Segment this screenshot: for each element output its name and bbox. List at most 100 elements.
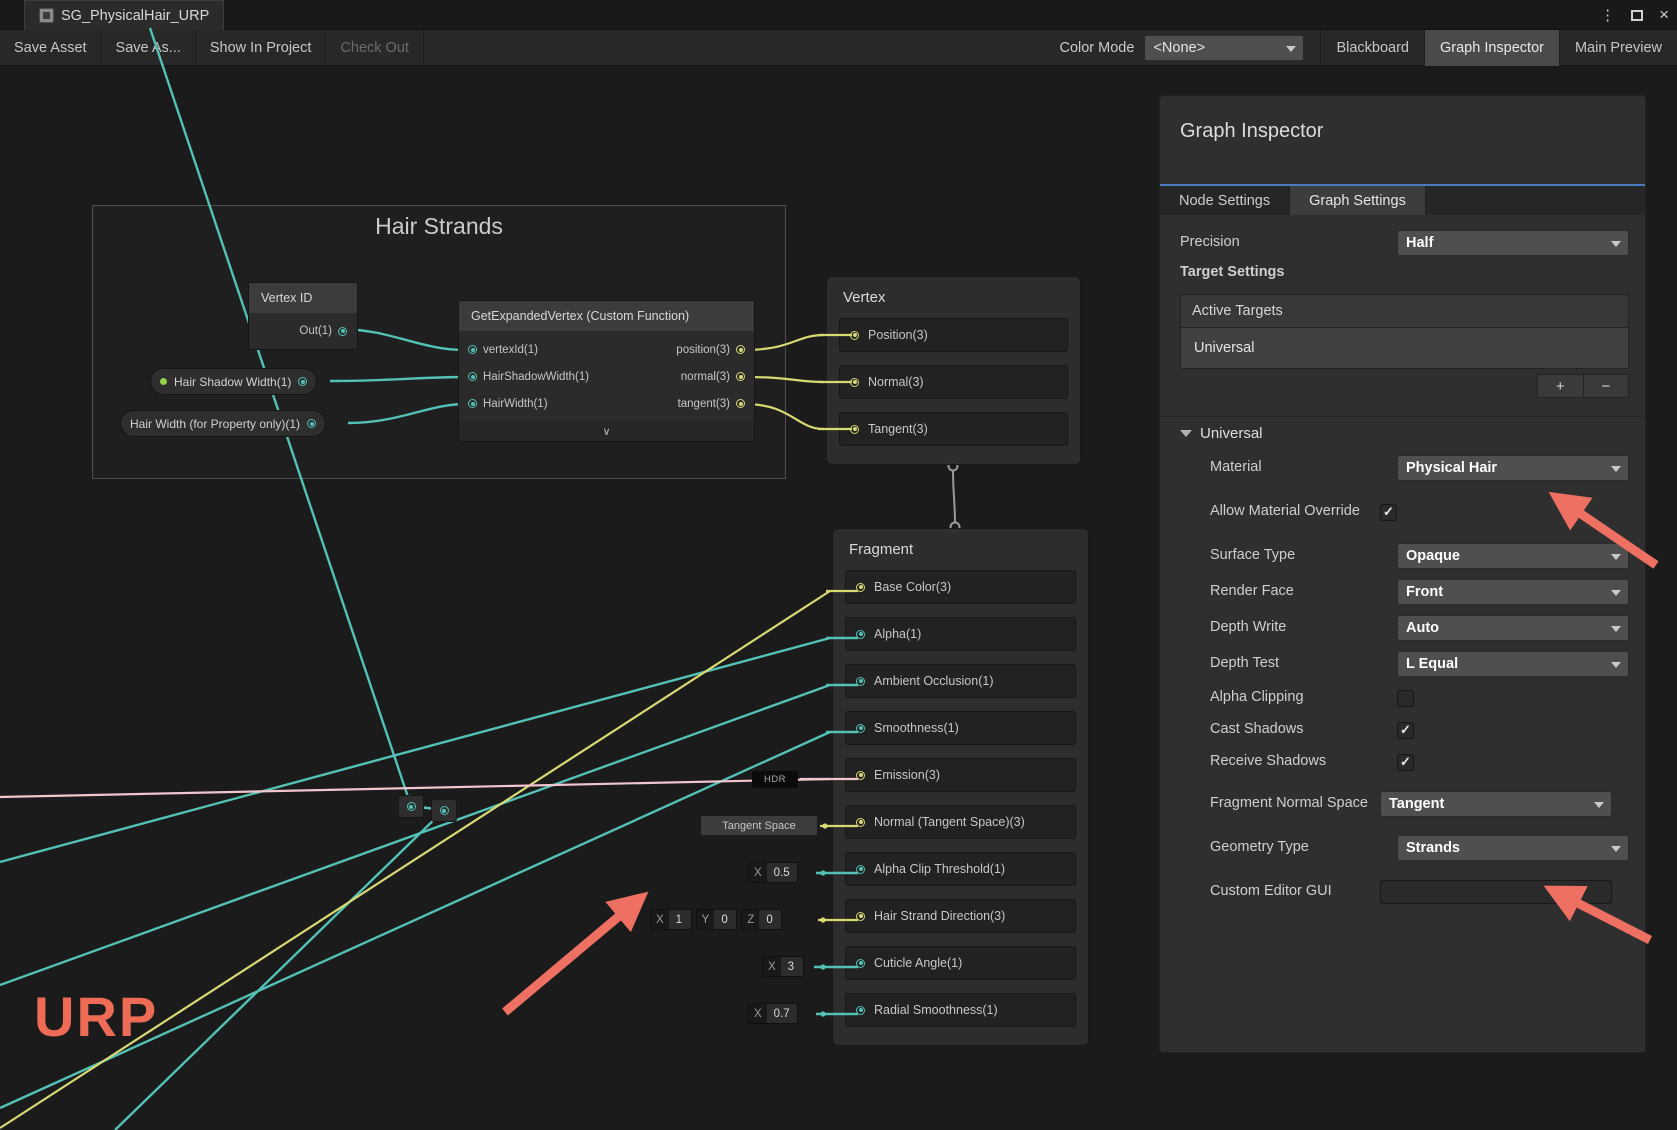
output-port-icon[interactable] bbox=[736, 345, 745, 354]
surface-type-value: Opaque bbox=[1406, 548, 1460, 564]
block-row-cuticle-angle[interactable]: Cuticle Angle(1) bbox=[845, 946, 1076, 980]
tangent-space-default-pill[interactable]: Tangent Space bbox=[700, 815, 818, 836]
input-port-icon[interactable] bbox=[856, 912, 865, 921]
connector-dot-icon bbox=[820, 964, 825, 969]
depth-write-dropdown[interactable]: Auto bbox=[1397, 615, 1629, 641]
input-port-icon[interactable] bbox=[850, 378, 859, 387]
axis-value[interactable]: 0.5 bbox=[767, 863, 797, 882]
collapsed-node[interactable] bbox=[398, 795, 424, 818]
save-asset-button[interactable]: Save Asset bbox=[0, 30, 102, 66]
show-in-project-button[interactable]: Show In Project bbox=[196, 30, 327, 66]
active-target-item-universal[interactable]: Universal bbox=[1181, 328, 1628, 368]
input-port-icon[interactable] bbox=[468, 372, 477, 381]
input-port-icon[interactable] bbox=[856, 630, 865, 639]
material-dropdown[interactable]: Physical Hair bbox=[1397, 455, 1629, 481]
collapsed-node[interactable] bbox=[431, 799, 457, 822]
axis-value[interactable]: 3 bbox=[781, 957, 803, 976]
precision-dropdown[interactable]: Half bbox=[1397, 230, 1629, 256]
block-row-position[interactable]: Position(3) bbox=[839, 318, 1068, 352]
add-target-button[interactable]: + bbox=[1538, 375, 1584, 397]
output-slot-label: position(3) bbox=[676, 344, 730, 356]
output-port-icon[interactable] bbox=[307, 419, 316, 428]
geometry-type-dropdown[interactable]: Strands bbox=[1397, 835, 1629, 861]
input-port-icon[interactable] bbox=[856, 583, 865, 592]
output-port-icon[interactable] bbox=[736, 372, 745, 381]
axis-value[interactable]: 1 bbox=[669, 910, 691, 929]
input-port-icon[interactable] bbox=[856, 818, 865, 827]
vertex-context-block[interactable]: Vertex Position(3) Normal(3) Tangent(3) bbox=[826, 276, 1081, 465]
fragment-normal-space-dropdown[interactable]: Tangent bbox=[1380, 791, 1612, 817]
depth-test-dropdown[interactable]: L Equal bbox=[1397, 651, 1629, 677]
property-node-hair-width[interactable]: Hair Width (for Property only)(1) bbox=[120, 410, 326, 437]
wire-edge[interactable] bbox=[953, 469, 955, 524]
window-tab-strip: SG_PhysicalHair_URP ⋮ × bbox=[0, 0, 1677, 30]
input-port-icon[interactable] bbox=[468, 399, 477, 408]
block-row-smoothness[interactable]: Smoothness(1) bbox=[845, 711, 1076, 745]
kebab-menu-icon[interactable]: ⋮ bbox=[1600, 6, 1615, 24]
graph-inspector-toggle[interactable]: Graph Inspector bbox=[1424, 30, 1559, 66]
block-row-ambient-occlusion[interactable]: Ambient Occlusion(1) bbox=[845, 664, 1076, 698]
fragment-context-block[interactable]: Fragment Base Color(3) Alpha(1) Ambient … bbox=[832, 528, 1089, 1046]
output-port-icon[interactable] bbox=[298, 377, 307, 386]
input-port-icon[interactable] bbox=[856, 959, 865, 968]
connector-dot-icon bbox=[822, 823, 827, 828]
alpha-clipping-checkbox[interactable] bbox=[1397, 690, 1414, 707]
axis-value[interactable]: 0.7 bbox=[767, 1004, 797, 1023]
cast-shadows-checkbox[interactable]: ✓ bbox=[1397, 722, 1414, 739]
axis-value[interactable]: 0 bbox=[714, 910, 736, 929]
property-node-hair-shadow-width[interactable]: Hair Shadow Width(1) bbox=[150, 368, 317, 395]
block-row-normal[interactable]: Normal(3) bbox=[839, 365, 1068, 399]
port-icon[interactable] bbox=[440, 806, 449, 815]
document-tab[interactable]: SG_PhysicalHair_URP bbox=[24, 0, 224, 30]
save-as-button[interactable]: Save As... bbox=[102, 30, 196, 66]
block-row-tangent[interactable]: Tangent(3) bbox=[839, 412, 1068, 446]
tab-graph-settings[interactable]: Graph Settings bbox=[1290, 186, 1426, 215]
vector-field[interactable]: X 0.7 bbox=[748, 1003, 798, 1024]
block-row-alpha[interactable]: Alpha(1) bbox=[845, 617, 1076, 651]
node-get-expanded-vertex[interactable]: GetExpandedVertex (Custom Function) vert… bbox=[458, 300, 755, 442]
output-port-icon[interactable] bbox=[338, 327, 347, 336]
vector-field[interactable]: X 0.5 bbox=[748, 862, 798, 883]
port-icon[interactable] bbox=[407, 802, 416, 811]
vector-field[interactable]: X 1 bbox=[650, 909, 692, 930]
main-preview-toggle[interactable]: Main Preview bbox=[1559, 30, 1677, 66]
group-title: Hair Strands bbox=[93, 213, 785, 240]
vector-field[interactable]: Z 0 bbox=[741, 909, 782, 930]
vector-field[interactable]: X 3 bbox=[762, 956, 804, 977]
surface-type-dropdown[interactable]: Opaque bbox=[1397, 543, 1629, 569]
axis-value[interactable]: 0 bbox=[759, 910, 781, 929]
color-mode-dropdown[interactable]: <None> bbox=[1144, 35, 1304, 61]
block-row-emission[interactable]: Emission(3) bbox=[845, 758, 1076, 792]
input-port-icon[interactable] bbox=[468, 345, 477, 354]
remove-target-button[interactable]: − bbox=[1584, 375, 1629, 397]
universal-foldout[interactable]: Universal bbox=[1160, 416, 1645, 450]
block-row-label: Alpha Clip Threshold(1) bbox=[874, 862, 1005, 876]
vector-field[interactable]: Y 0 bbox=[696, 909, 738, 930]
node-vertex-id[interactable]: Vertex ID Out(1) bbox=[248, 282, 358, 350]
close-icon[interactable]: × bbox=[1659, 5, 1669, 25]
input-port-icon[interactable] bbox=[850, 425, 859, 434]
input-port-icon[interactable] bbox=[856, 771, 865, 780]
input-port-icon[interactable] bbox=[850, 331, 859, 340]
input-port-icon[interactable] bbox=[856, 724, 865, 733]
blackboard-toggle[interactable]: Blackboard bbox=[1320, 30, 1424, 66]
block-row-hair-strand-direction[interactable]: Hair Strand Direction(3) bbox=[845, 899, 1076, 933]
input-port-icon[interactable] bbox=[856, 1006, 865, 1015]
receive-shadows-checkbox[interactable]: ✓ bbox=[1397, 754, 1414, 771]
input-port-icon[interactable] bbox=[856, 865, 865, 874]
input-port-icon[interactable] bbox=[856, 677, 865, 686]
block-row-radial-smoothness[interactable]: Radial Smoothness(1) bbox=[845, 993, 1076, 1027]
output-port-icon[interactable] bbox=[736, 399, 745, 408]
collapse-chevron-icon[interactable]: ∨ bbox=[459, 421, 754, 441]
render-face-dropdown[interactable]: Front bbox=[1397, 579, 1629, 605]
maximize-icon[interactable] bbox=[1631, 10, 1643, 21]
block-row-alpha-clip-threshold[interactable]: Alpha Clip Threshold(1) bbox=[845, 852, 1076, 886]
tab-node-settings[interactable]: Node Settings bbox=[1160, 186, 1290, 215]
block-row-label: Ambient Occlusion(1) bbox=[874, 674, 994, 688]
node-title: Vertex ID bbox=[249, 283, 357, 313]
allow-material-override-checkbox[interactable]: ✓ bbox=[1380, 504, 1397, 521]
block-row-normal-tangent-space[interactable]: Normal (Tangent Space)(3) bbox=[845, 805, 1076, 839]
block-row-base-color[interactable]: Base Color(3) bbox=[845, 570, 1076, 604]
custom-editor-gui-field[interactable] bbox=[1380, 880, 1612, 904]
wire-edge[interactable] bbox=[115, 810, 444, 1130]
